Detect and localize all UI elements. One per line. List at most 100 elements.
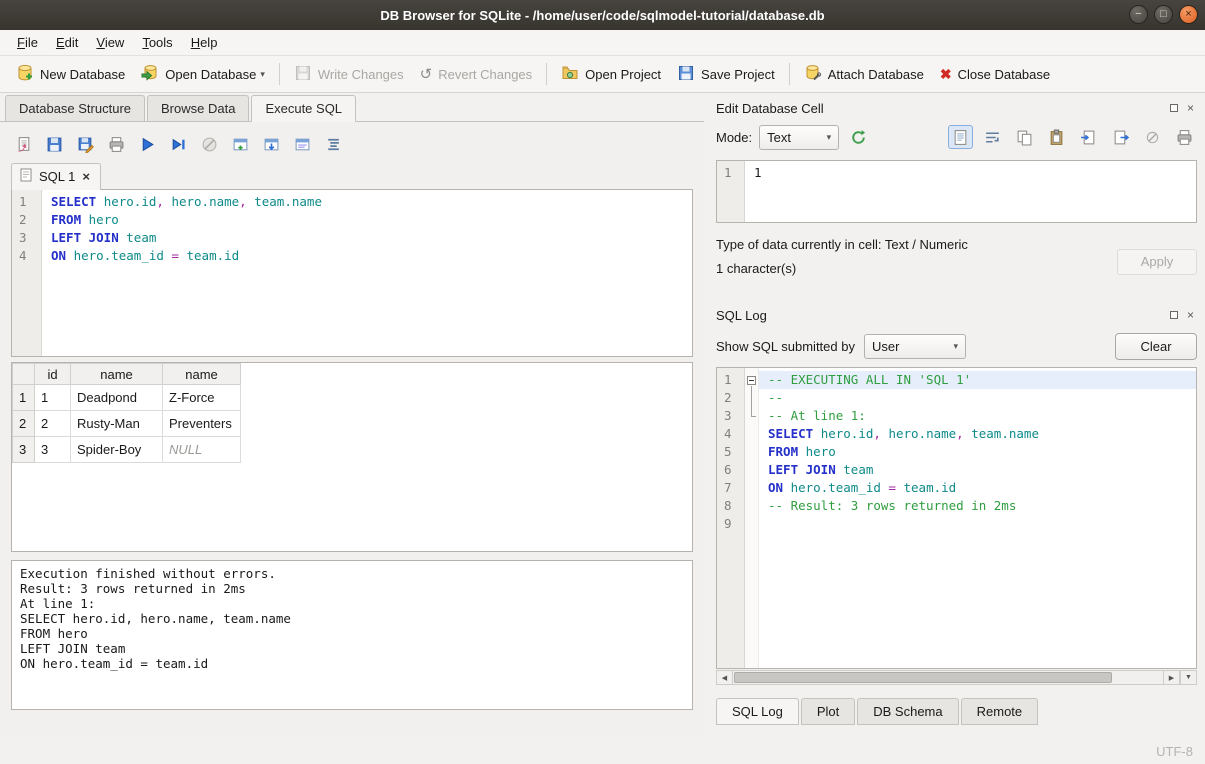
menu-file[interactable]: File (8, 32, 47, 53)
export-results-icon[interactable] (259, 132, 284, 156)
text-mode-icon[interactable] (948, 125, 973, 149)
clear-log-button[interactable]: Clear (1115, 333, 1197, 360)
sql-log-close-icon[interactable]: × (1184, 309, 1197, 322)
save-as-view-icon[interactable] (290, 132, 315, 156)
scrollbar-thumb[interactable] (734, 672, 1112, 683)
code-line: SELECT hero.id, hero.name, team.name (51, 193, 692, 211)
sql-editor-code[interactable]: SELECT hero.id, hero.name, team.nameFROM… (42, 190, 692, 356)
sql-log-filter-value: User (872, 339, 899, 354)
table-cell[interactable]: Preventers (163, 411, 241, 437)
table-cell[interactable]: Rusty-Man (71, 411, 163, 437)
sql-tab-label: SQL 1 (39, 169, 75, 184)
write-changes-button: Write Changes (286, 60, 412, 89)
tab-db-schema[interactable]: DB Schema (857, 698, 958, 725)
table-cell[interactable]: NULL (163, 437, 241, 463)
edit-cell-close-icon[interactable]: × (1184, 102, 1197, 115)
copy-icon[interactable] (1012, 125, 1037, 149)
minimize-button[interactable]: − (1129, 5, 1148, 24)
new-database-button[interactable]: New Database (8, 60, 133, 89)
message-line: SELECT hero.id, hero.name, team.name (20, 611, 684, 626)
apply-button[interactable]: Apply (1117, 249, 1197, 275)
table-cell[interactable]: Z-Force (163, 385, 241, 411)
results-grid[interactable]: idnamename11DeadpondZ-Force22Rusty-ManPr… (11, 362, 693, 552)
row-number[interactable]: 3 (13, 437, 35, 463)
auto-switch-mode-icon[interactable] (846, 125, 871, 149)
tab-execute-sql[interactable]: Execute SQL (251, 95, 356, 122)
code-line: FROM hero (51, 211, 692, 229)
save-project-button[interactable]: Save Project (669, 60, 783, 89)
edit-cell-float-icon[interactable] (1167, 102, 1180, 115)
save-sql-file-icon[interactable] (42, 132, 67, 156)
sql-tab[interactable]: SQL 1 × (11, 163, 101, 190)
menu-help[interactable]: Help (182, 32, 227, 53)
open-query-tab-icon[interactable] (228, 132, 253, 156)
row-number[interactable]: 1 (13, 385, 35, 411)
table-cell[interactable]: 2 (35, 411, 71, 437)
attach-database-button[interactable]: Attach Database (796, 60, 932, 89)
execute-sql-toolbar (11, 122, 693, 162)
tab-plot[interactable]: Plot (801, 698, 855, 725)
execute-current-line-icon[interactable] (166, 132, 191, 156)
sql-log-float-icon[interactable] (1167, 309, 1180, 322)
table-cell[interactable]: 1 (35, 385, 71, 411)
sql-log-content[interactable]: -- EXECUTING ALL IN 'SQL 1'---- At line … (759, 368, 1196, 668)
menu-view[interactable]: View (87, 32, 133, 53)
save-sql-as-icon[interactable] (73, 132, 98, 156)
sql-tab-close-icon[interactable]: × (82, 169, 90, 184)
menu-edit[interactable]: Edit (47, 32, 87, 53)
import-cell-icon[interactable] (1076, 125, 1101, 149)
table-cell[interactable]: Spider-Boy (71, 437, 163, 463)
open-database-button[interactable]: Open Database ▾ (133, 60, 273, 89)
sql-log-fold-column[interactable] (745, 368, 759, 668)
cell-value-editor[interactable]: 1 1 (716, 160, 1197, 223)
format-sql-icon[interactable] (321, 132, 346, 156)
results-column-header[interactable]: name (71, 364, 163, 385)
close-button[interactable]: × (1179, 5, 1198, 24)
table-row[interactable]: 22Rusty-ManPreventers (13, 411, 241, 437)
open-sql-file-icon[interactable] (11, 132, 36, 156)
paste-icon[interactable] (1044, 125, 1069, 149)
export-cell-icon[interactable] (1108, 125, 1133, 149)
tab-browse-data[interactable]: Browse Data (147, 95, 249, 121)
mode-select[interactable]: Text ▾ (759, 125, 839, 150)
row-number[interactable]: 2 (13, 411, 35, 437)
sql-log-filter-select[interactable]: User ▾ (864, 334, 966, 359)
print-cell-icon[interactable] (1172, 125, 1197, 149)
close-database-button[interactable]: ✖ Close Database (932, 62, 1058, 87)
tab-database-structure[interactable]: Database Structure (5, 95, 145, 121)
menu-bar: FileEditViewToolsHelp (0, 30, 1205, 56)
cell-editor-content[interactable]: 1 (745, 161, 1196, 222)
new-database-icon (16, 64, 34, 85)
sql-log-hscrollbar[interactable]: ◀ ▶ ▼ (716, 670, 1197, 685)
tab-remote[interactable]: Remote (961, 698, 1039, 725)
set-null-icon[interactable] (1140, 125, 1165, 149)
fold-collapse-icon[interactable] (747, 376, 756, 385)
message-line: ON hero.team_id = team.id (20, 656, 684, 671)
menu-tools[interactable]: Tools (133, 32, 181, 53)
edit-cell-title: Edit Database Cell (716, 101, 1167, 116)
sql-editor[interactable]: 1234 SELECT hero.id, hero.name, team.nam… (11, 189, 693, 357)
write-changes-icon (294, 64, 312, 85)
scroll-down-icon[interactable]: ▼ (1180, 670, 1197, 685)
scrollbar-track[interactable] (733, 670, 1163, 685)
code-line: FROM hero (768, 443, 1196, 461)
maximize-button[interactable]: □ (1154, 5, 1173, 24)
open-project-button[interactable]: Open Project (553, 60, 669, 89)
scroll-left-icon[interactable]: ◀ (716, 670, 733, 685)
table-cell[interactable]: Deadpond (71, 385, 163, 411)
word-wrap-icon[interactable] (980, 125, 1005, 149)
tab-sql-log[interactable]: SQL Log (716, 698, 799, 725)
print-icon[interactable] (104, 132, 129, 156)
results-table[interactable]: idnamename11DeadpondZ-Force22Rusty-ManPr… (12, 363, 241, 463)
sql-log-view[interactable]: 123456789 -- EXECUTING ALL IN 'SQL 1'---… (716, 367, 1197, 669)
results-column-header[interactable]: id (35, 364, 71, 385)
table-row[interactable]: 11DeadpondZ-Force (13, 385, 241, 411)
mode-value: Text (767, 130, 791, 145)
code-line: -- EXECUTING ALL IN 'SQL 1' (759, 371, 1196, 389)
table-row[interactable]: 33Spider-BoyNULL (13, 437, 241, 463)
scroll-right-icon[interactable]: ▶ (1163, 670, 1180, 685)
open-database-dropdown-icon[interactable]: ▾ (260, 69, 265, 80)
execute-all-icon[interactable] (135, 132, 160, 156)
results-column-header[interactable]: name (163, 364, 241, 385)
table-cell[interactable]: 3 (35, 437, 71, 463)
